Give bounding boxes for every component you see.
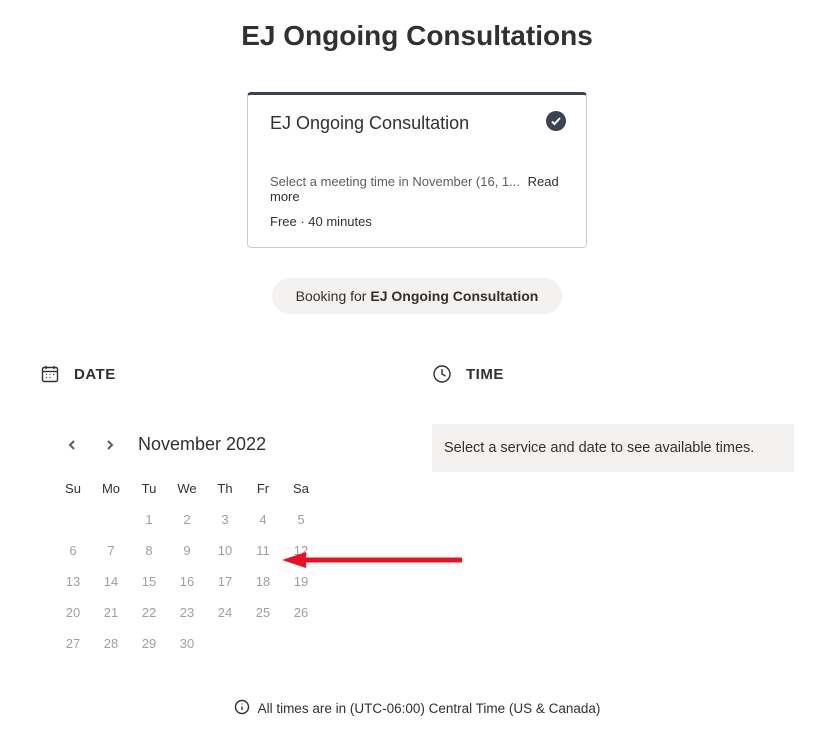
date-label: DATE	[74, 366, 116, 383]
calendar-day[interactable]: 23	[168, 597, 206, 628]
next-month-button[interactable]	[100, 435, 120, 455]
calendar-day[interactable]: 8	[130, 535, 168, 566]
calendar-day[interactable]: 17	[206, 566, 244, 597]
calendar-day[interactable]: 25	[244, 597, 282, 628]
page-title: EJ Ongoing Consultations	[40, 20, 794, 52]
calendar-day[interactable]: 16	[168, 566, 206, 597]
calendar-nav: November 2022	[62, 434, 402, 455]
service-card-description: Select a meeting time in November (16, 1…	[270, 174, 520, 189]
service-card-title: EJ Ongoing Consultation	[270, 113, 564, 134]
clock-icon	[432, 364, 452, 384]
time-column: TIME Select a service and date to see av…	[432, 364, 794, 659]
service-card-description-row: Select a meeting time in November (16, 1…	[270, 174, 564, 204]
timezone-text: All times are in (UTC-06:00) Central Tim…	[258, 701, 601, 716]
service-card[interactable]: EJ Ongoing Consultation Select a meeting…	[247, 92, 587, 248]
calendar-day[interactable]: 1	[130, 504, 168, 535]
calendar-icon	[40, 364, 60, 384]
booking-for-pill: Booking for EJ Ongoing Consultation	[272, 278, 563, 314]
calendar-day[interactable]: 27	[54, 628, 92, 659]
calendar-day[interactable]: 13	[54, 566, 92, 597]
prev-month-button[interactable]	[62, 435, 82, 455]
calendar-day[interactable]: 26	[282, 597, 320, 628]
calendar-day[interactable]: 18	[244, 566, 282, 597]
calendar-day[interactable]: 19	[282, 566, 320, 597]
calendar-day[interactable]: 2	[168, 504, 206, 535]
booking-for-prefix: Booking for	[296, 288, 371, 304]
calendar-grid: SuMoTuWeThFrSa..123456789101112131415161…	[54, 473, 402, 659]
calendar-day[interactable]: 30	[168, 628, 206, 659]
info-icon	[234, 699, 250, 718]
calendar-day[interactable]: 22	[130, 597, 168, 628]
calendar-weekday: Sa	[282, 473, 320, 504]
calendar-day[interactable]: 3	[206, 504, 244, 535]
calendar-day[interactable]: 14	[92, 566, 130, 597]
calendar-day[interactable]: 4	[244, 504, 282, 535]
calendar-day[interactable]: 24	[206, 597, 244, 628]
calendar-weekday: Fr	[244, 473, 282, 504]
calendar-weekday: Mo	[92, 473, 130, 504]
selected-check-icon	[546, 111, 566, 131]
calendar-weekday: Th	[206, 473, 244, 504]
calendar-day[interactable]: 21	[92, 597, 130, 628]
timezone-row: All times are in (UTC-06:00) Central Tim…	[40, 699, 794, 718]
calendar-month-label: November 2022	[138, 434, 266, 455]
calendar-day[interactable]: 10	[206, 535, 244, 566]
calendar-day[interactable]: 9	[168, 535, 206, 566]
time-label: TIME	[466, 366, 504, 383]
calendar-day[interactable]: 6	[54, 535, 92, 566]
service-card-meta: Free · 40 minutes	[270, 214, 564, 229]
calendar-day[interactable]: 15	[130, 566, 168, 597]
calendar-weekday: We	[168, 473, 206, 504]
calendar-day[interactable]: 12	[282, 535, 320, 566]
calendar-day[interactable]: 29	[130, 628, 168, 659]
calendar-day[interactable]: 7	[92, 535, 130, 566]
date-column: DATE November 2022 SuMoTuWeThFrSa..12345…	[40, 364, 402, 659]
booking-for-service: EJ Ongoing Consultation	[370, 288, 538, 304]
calendar-day[interactable]: 11	[244, 535, 282, 566]
calendar-weekday: Tu	[130, 473, 168, 504]
calendar-day[interactable]: 20	[54, 597, 92, 628]
calendar-day[interactable]: 5	[282, 504, 320, 535]
calendar-weekday: Su	[54, 473, 92, 504]
calendar-day[interactable]: 28	[92, 628, 130, 659]
time-placeholder: Select a service and date to see availab…	[432, 424, 794, 472]
